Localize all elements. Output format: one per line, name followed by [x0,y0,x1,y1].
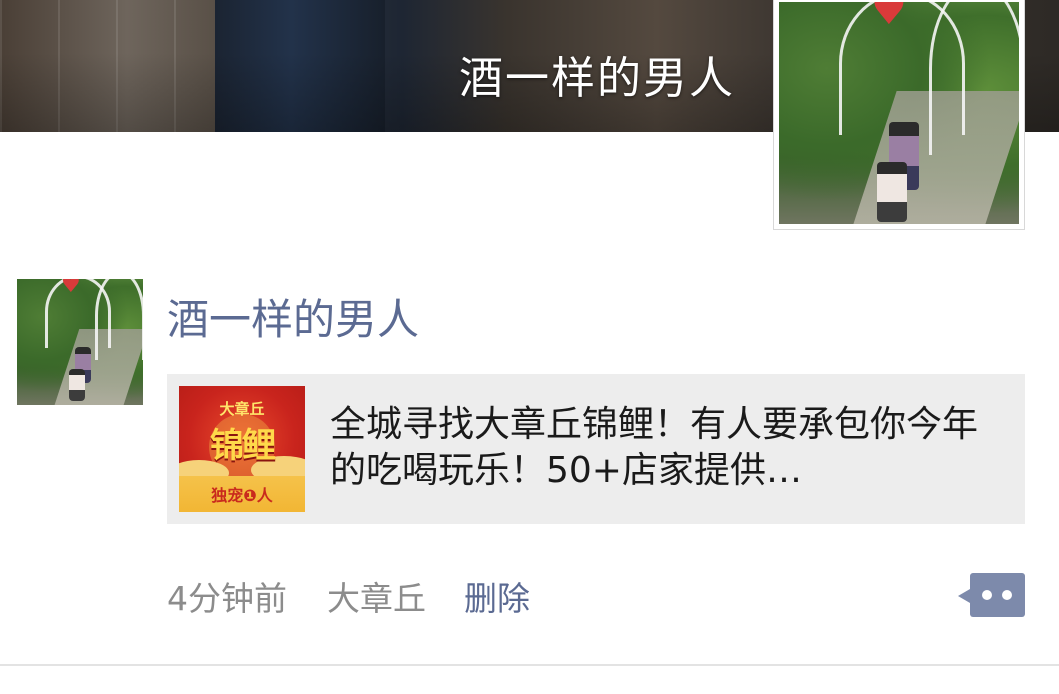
more-actions-button[interactable] [958,573,1025,617]
heart-icon: ♥ [61,279,81,298]
profile-avatar-photo: ♥ [779,2,1019,224]
more-dots-icon-2 [1002,590,1012,600]
post-location[interactable]: 大章丘 [327,572,426,620]
delete-post-link[interactable]: 删除 [464,572,530,620]
photo-arch-2 [929,2,1019,155]
post-author-name[interactable]: 酒一样的男人 [167,286,419,347]
post-author-avatar-photo: ♥ [17,279,143,405]
feed-divider [0,664,1059,666]
post-author-avatar[interactable]: ♥ [17,279,143,405]
photo-kid-2 [877,162,907,222]
post-timestamp: 4分钟前 [167,579,287,618]
photo-kid-2 [69,369,85,401]
thumb-badge-text: 独宠❶人 [211,486,273,505]
profile-avatar[interactable]: ♥ [773,0,1025,230]
cover-username: 酒一样的男人 [459,53,735,104]
shared-link-thumbnail: 大章丘 锦鲤 独宠❶人 [179,386,305,512]
thumb-top-text: 大章丘 [219,400,265,418]
heart-icon: ♥ [871,2,907,34]
photo-arch-2 [95,279,143,360]
shared-link-card[interactable]: 大章丘 锦鲤 独宠❶人 全城寻找大章丘锦鲤！有人要承包你今年的吃喝玩乐！50+店… [167,374,1025,524]
thumb-big-text: 锦鲤 [210,426,276,466]
more-dots-icon [982,590,992,600]
shared-link-title: 全城寻找大章丘锦鲤！有人要承包你今年的吃喝玩乐！50+店家提供… [330,404,979,491]
